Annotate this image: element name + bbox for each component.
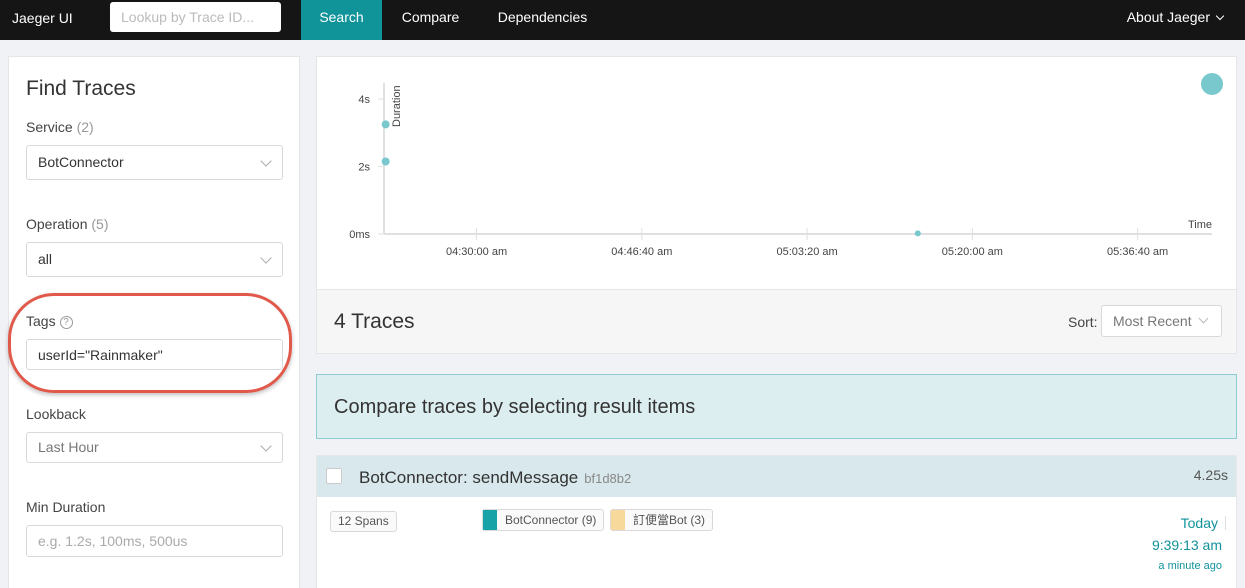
- trace-result-item[interactable]: BotConnector: sendMessage bf1d8b2 4.25s 1…: [316, 455, 1237, 588]
- chevron-down-icon: [260, 252, 272, 264]
- tab-dependencies[interactable]: Dependencies: [479, 0, 606, 40]
- trace-point[interactable]: [381, 157, 390, 166]
- sort-label: Sort:: [1068, 314, 1098, 330]
- service-operation: BotConnector: sendMessage: [359, 468, 579, 487]
- panel-title: Find Traces: [26, 77, 136, 100]
- service-color-swatch: [611, 510, 625, 530]
- service-label: Service (2): [26, 119, 94, 135]
- min-duration-label: Min Duration: [26, 499, 106, 515]
- lookback-value: Last Hour: [38, 439, 99, 455]
- brand-logo[interactable]: Jaeger UI: [12, 10, 73, 26]
- trace-point[interactable]: [914, 230, 921, 237]
- trace-scatter-chart: 4s 2s 0ms 04:30:00 am 04:46:40 am 05:03:20 a…: [316, 56, 1237, 290]
- trace-point[interactable]: [381, 120, 390, 129]
- trace-id-lookup-input[interactable]: [110, 2, 281, 32]
- trace-id: bf1d8b2: [584, 471, 632, 486]
- tab-compare[interactable]: Compare: [382, 0, 479, 40]
- operation-value: all: [38, 251, 53, 267]
- x-tick-label: 04:30:00 am: [446, 246, 507, 258]
- trace-day: Today: [1180, 515, 1218, 531]
- find-traces-panel: Find Traces Service (2) BotConnector Ope…: [8, 56, 300, 588]
- result-title[interactable]: BotConnector: sendMessage bf1d8b2: [359, 468, 631, 488]
- service-tag-label: BotConnector (9): [505, 513, 597, 527]
- chart-svg: 4s 2s 0ms 04:30:00 am 04:46:40 am 05:03:20 a…: [349, 83, 1212, 258]
- x-axis-label: Time: [1188, 219, 1212, 231]
- y-tick-label: 0ms: [349, 229, 370, 241]
- sort-select[interactable]: Most Recent: [1101, 305, 1222, 337]
- service-value: BotConnector: [38, 154, 124, 170]
- lookback-label: Lookback: [26, 406, 86, 422]
- trace-time: 9:39:13 am: [1151, 537, 1222, 553]
- tab-search[interactable]: Search: [301, 0, 382, 40]
- chevron-down-icon: [1215, 11, 1225, 21]
- x-tick-label: 05:20:00 am: [942, 246, 1003, 258]
- about-jaeger-menu[interactable]: About Jaeger: [1126, 0, 1225, 34]
- y-tick-label: 4s: [358, 94, 370, 106]
- y-tick-label: 2s: [358, 162, 370, 174]
- results-header: 4 Traces Sort: Most Recent: [316, 290, 1237, 354]
- operation-label-text: Operation: [26, 216, 88, 232]
- operation-label: Operation (5): [26, 216, 109, 232]
- tags-label-text: Tags: [26, 313, 56, 329]
- chevron-down-icon: [1198, 313, 1209, 324]
- trace-duration: 4.25s: [1193, 467, 1228, 483]
- traces-count: 4 Traces: [334, 310, 415, 333]
- trace-relative-time: a minute ago: [1158, 560, 1222, 572]
- help-icon[interactable]: ?: [59, 316, 73, 329]
- service-select[interactable]: BotConnector: [26, 145, 283, 180]
- legend-bubble: [1201, 73, 1223, 95]
- compare-banner: Compare traces by selecting result items: [316, 374, 1237, 439]
- service-tag-label: 訂便當Bot (3): [633, 513, 706, 527]
- select-checkbox[interactable]: [326, 468, 342, 484]
- result-header[interactable]: BotConnector: sendMessage bf1d8b2 4.25s: [317, 456, 1236, 497]
- top-nav: Jaeger UI Search Compare Dependencies Ab…: [0, 0, 1245, 40]
- operation-select[interactable]: all: [26, 242, 283, 277]
- divider: [1225, 516, 1226, 530]
- service-tag: 訂便當Bot (3): [610, 509, 714, 531]
- tags-input[interactable]: [26, 339, 283, 370]
- x-tick-label: 05:36:40 am: [1107, 246, 1168, 258]
- service-label-text: Service: [26, 119, 73, 135]
- chevron-down-icon: [260, 440, 272, 452]
- spans-badge: 12 Spans: [330, 511, 397, 532]
- min-duration-input[interactable]: [26, 525, 283, 557]
- x-tick-label: 05:03:20 am: [777, 246, 838, 258]
- lookback-select[interactable]: Last Hour: [26, 432, 283, 463]
- service-color-swatch: [483, 510, 497, 530]
- service-tag: BotConnector (9): [482, 509, 605, 531]
- service-count: (2): [76, 119, 94, 135]
- x-tick-label: 04:46:40 am: [611, 246, 672, 258]
- sort-value: Most Recent: [1113, 313, 1192, 329]
- about-label: About Jaeger: [1126, 9, 1210, 25]
- compare-banner-text: Compare traces by selecting result items: [334, 396, 696, 418]
- operation-count: (5): [91, 216, 109, 232]
- y-axis-label: Duration: [391, 85, 403, 127]
- tags-label: Tags?: [26, 313, 73, 330]
- chevron-down-icon: [260, 155, 272, 167]
